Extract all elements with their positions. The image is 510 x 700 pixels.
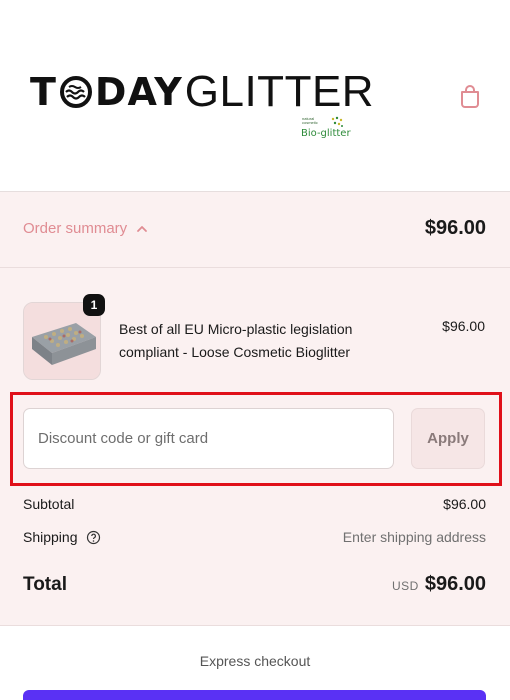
total-value: $96.00 (424, 573, 486, 595)
express-checkout-button[interactable] (23, 690, 486, 700)
product-price: $96.00 (442, 318, 485, 334)
shopping-bag-icon[interactable] (456, 82, 484, 110)
store-logo[interactable]: T DAY GLITTER (30, 67, 375, 116)
apply-discount-button[interactable]: Apply (411, 408, 485, 469)
chevron-up-icon (137, 225, 148, 232)
header: T DAY GLITTER natural cosmetic Bio-glitt… (0, 0, 510, 191)
summary-total: $96.00 (424, 217, 486, 239)
wave-o-icon (59, 76, 92, 108)
product-name: Best of all EU Micro-plastic legislation… (119, 321, 353, 360)
order-summary-label: Order summary (23, 220, 128, 237)
sparkle-icon (331, 116, 343, 127)
shipping-label-group: Shipping (23, 529, 101, 545)
quantity-badge: 1 (83, 294, 105, 316)
bio-glitter-badge: natural cosmetic Bio-glitter (300, 116, 360, 142)
shipping-label: Shipping (23, 529, 78, 545)
total-label: Total (23, 573, 67, 595)
shipping-value: Enter shipping address (342, 529, 486, 545)
currency-code: USD (391, 579, 419, 593)
subtotal-row: Subtotal $96.00 (23, 496, 486, 512)
logo-today-text: T DAY (30, 70, 183, 114)
line-item: 1 Best of all EU Micro-plastic legislati… (23, 294, 487, 380)
discount-code-input[interactable] (23, 408, 394, 469)
help-icon[interactable] (86, 530, 101, 545)
logo-glitter-text: GLITTER (184, 67, 375, 116)
express-checkout-label: Express checkout (199, 653, 311, 669)
total-row: Total USD $96.00 (23, 573, 486, 596)
badge-small-text: natural cosmetic (302, 116, 318, 125)
order-summary-bar: Order summary $96.00 (0, 191, 510, 268)
subtotal-label: Subtotal (23, 496, 75, 512)
order-summary-toggle[interactable]: Order summary (23, 220, 149, 237)
badge-text: Bio-glitter (301, 128, 351, 139)
subtotal-value: $96.00 (443, 496, 486, 512)
shipping-row: Shipping Enter shipping address (23, 529, 486, 545)
total-amount-group: USD $96.00 (392, 573, 486, 596)
order-summary-panel: 1 Best of all EU Micro-plastic legislati… (0, 268, 510, 626)
